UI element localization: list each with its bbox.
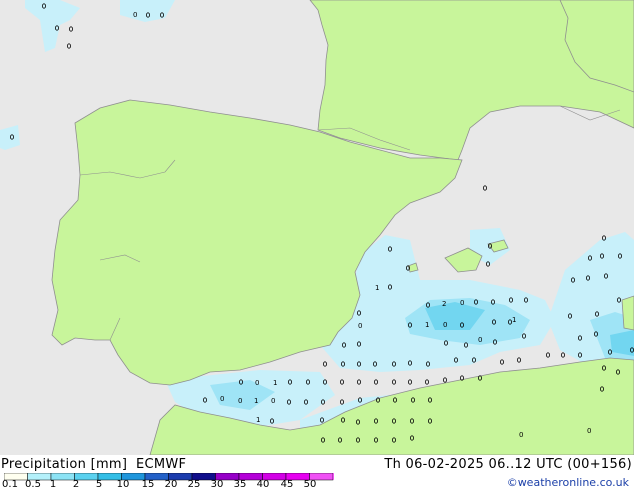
legend-title: Precipitation [mm] xyxy=(1,457,128,472)
legend-tick-label: 50 xyxy=(303,479,317,490)
legend-tick-label: 25 xyxy=(187,479,201,490)
legend-tick-label: 10 xyxy=(116,479,130,490)
legend-tick-label: 2 xyxy=(72,479,80,490)
point-value: 0 xyxy=(587,427,591,435)
point-value: 0 xyxy=(519,431,523,439)
legend-tick-label: 15 xyxy=(141,479,155,490)
point-value: 1 xyxy=(375,284,379,292)
model-name: ECMWF xyxy=(136,457,187,472)
legend-tick-label: 45 xyxy=(280,479,294,490)
point-value: 0 xyxy=(460,299,464,307)
point-value: 0 xyxy=(255,379,259,387)
map-canvas: 0 1 2 0 1 0 0 1 0 0 1 0 1 0 0 1 0 0 xyxy=(0,0,634,456)
point-value: 0 xyxy=(238,397,242,405)
point-value: 1 xyxy=(273,379,277,387)
point-value: 1 xyxy=(256,416,260,424)
credit-link[interactable]: ©weatheronline.co.uk xyxy=(507,476,629,489)
legend-tick-label: 35 xyxy=(233,479,247,490)
point-value: 0 xyxy=(478,336,482,344)
point-value: 1 xyxy=(512,316,516,324)
point-value: 0 xyxy=(271,397,275,405)
point-value: 2 xyxy=(442,300,446,308)
point-value: 0 xyxy=(443,321,447,329)
precipitation-map: 0 1 2 0 1 0 0 1 0 0 1 0 1 0 0 1 0 0 xyxy=(0,0,634,456)
legend-tick-label: 20 xyxy=(164,479,178,490)
point-value: 0 xyxy=(358,322,362,330)
legend-tick-label: 30 xyxy=(210,479,224,490)
legend-tick-label: 1 xyxy=(49,479,57,490)
land-sardinia xyxy=(621,295,634,331)
legend-tick-label: 0.1 xyxy=(2,479,18,490)
legend-arrow xyxy=(333,473,334,480)
legend-tick-label: 0.5 xyxy=(25,479,41,490)
point-value: 1 xyxy=(425,321,429,329)
legend-tick-label: 5 xyxy=(95,479,103,490)
point-value: 0 xyxy=(133,11,137,19)
footer: Precipitation [mm] ECMWF Th 06-02-2025 0… xyxy=(0,455,634,490)
valid-time: Th 06-02-2025 06..12 UTC (00+156) xyxy=(384,457,632,472)
legend-tick-label: 40 xyxy=(256,479,270,490)
point-value: 1 xyxy=(254,397,258,405)
point-value: 0 xyxy=(220,395,224,403)
